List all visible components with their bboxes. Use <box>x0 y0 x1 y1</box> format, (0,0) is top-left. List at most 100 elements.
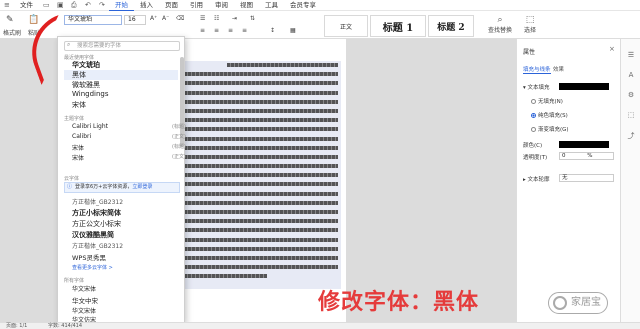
text-fill-label: 文本填充 <box>527 85 550 91</box>
font-item[interactable]: Calibri Light (标题) <box>72 123 186 130</box>
theme-fonts-label: 主题字体 <box>64 116 85 122</box>
properties-icon[interactable]: ☰ <box>626 51 636 61</box>
text-line <box>180 90 338 95</box>
font-size-input[interactable]: 16 <box>124 15 146 25</box>
tab-view[interactable]: 视图 <box>234 0 259 11</box>
bullets-icon[interactable]: ☰ <box>200 15 205 22</box>
align-center-icon[interactable]: ≡ <box>214 27 219 34</box>
text-line <box>180 118 338 123</box>
properties-panel: 属性 × 填充与线条 效果 ▾ 文本填充 无填充(N) 纯色填充(S) 渐变填充… <box>516 39 620 322</box>
text-fill-color-swatch[interactable] <box>559 83 609 90</box>
font-item[interactable]: 方正楷体_GB2312 <box>72 197 123 206</box>
font-item-selected[interactable]: 黑体 <box>64 70 178 80</box>
font-item[interactable]: 方正公文小标宋 <box>72 219 121 229</box>
font-item[interactable]: 华文宋体 <box>72 306 96 315</box>
paste-icon[interactable]: 📋 <box>28 15 39 25</box>
shrink-font-icon[interactable]: A⁻ <box>162 15 169 22</box>
font-item[interactable]: 宋体 <box>72 100 86 110</box>
font-item-tag: (标题) <box>172 144 186 150</box>
outline-value: 无 <box>562 175 568 181</box>
more-cloud-fonts-link[interactable]: 查看更多云字体 > <box>72 264 113 271</box>
radio-dot <box>531 99 536 104</box>
align-right-icon[interactable]: ≡ <box>228 27 233 34</box>
font-name-input[interactable]: 华文琥珀 <box>64 15 122 25</box>
folder-icon[interactable]: ▭ <box>43 1 53 9</box>
document-page[interactable] <box>168 39 346 322</box>
tab-insert[interactable]: 插入 <box>134 0 159 11</box>
outline-select[interactable]: 无 <box>559 174 614 182</box>
font-item[interactable]: 微软雅黑 <box>72 80 100 90</box>
indent-icon[interactable]: ⇥ <box>232 15 237 22</box>
select-icon[interactable]: ⬚ <box>626 111 636 121</box>
font-item[interactable]: Calibri (正文) <box>72 133 186 140</box>
grow-font-icon[interactable]: A⁺ <box>150 15 157 22</box>
text-line <box>180 246 338 251</box>
radio-gradient-fill[interactable]: 渐变填充(G) <box>531 125 569 133</box>
radio-label: 渐变填充(G) <box>538 127 569 133</box>
shading-icon[interactable]: ▦ <box>290 27 296 34</box>
tab-references[interactable]: 引用 <box>184 0 209 11</box>
word-count[interactable]: 字数: 414/414 <box>48 323 82 329</box>
font-search-input[interactable]: 搜索您需要的字体 <box>64 41 180 51</box>
line-spacing-icon[interactable]: ↕ <box>270 27 275 34</box>
text-outline-section[interactable]: ▸ 文本轮廓 <box>523 175 550 183</box>
text-line <box>180 219 338 224</box>
transparency-input[interactable]: 0 % <box>559 152 614 160</box>
font-item[interactable]: 华文宋体 <box>72 284 96 293</box>
font-item[interactable]: 方正楷体_GB2312 <box>72 241 123 250</box>
style-heading1[interactable]: 标题 1 <box>370 15 426 37</box>
select-button[interactable]: ⬚ 选择 <box>524 15 536 34</box>
align-left-icon[interactable]: ≡ <box>200 27 205 34</box>
tab-tools[interactable]: 工具 <box>259 0 284 11</box>
transparency-value: 0 <box>562 153 566 159</box>
radio-no-fill[interactable]: 无填充(N) <box>531 97 563 105</box>
sort-icon[interactable]: ⇅ <box>250 15 255 22</box>
style-heading2[interactable]: 标题 2 <box>428 15 474 37</box>
text-line <box>180 237 338 242</box>
font-item[interactable]: 方正小标宋简体 <box>72 208 121 218</box>
font-item[interactable]: 宋体 (标题) <box>72 143 186 152</box>
transparency-unit: % <box>587 153 593 159</box>
style-icon[interactable]: A <box>626 71 636 81</box>
font-item-tag: (正文) <box>172 154 186 160</box>
print-icon[interactable]: ⎙ <box>71 1 81 9</box>
numbering-icon[interactable]: ☷ <box>214 15 219 22</box>
font-item[interactable]: 宋体 (正文) <box>72 153 186 162</box>
undo-icon[interactable]: ↶ <box>85 1 95 9</box>
style-normal[interactable]: 正文 <box>324 15 368 37</box>
tab-review[interactable]: 审阅 <box>209 0 234 11</box>
radio-solid-fill[interactable]: 纯色填充(S) <box>531 111 568 119</box>
tab-effect[interactable]: 效果 <box>553 65 564 73</box>
redo-icon[interactable]: ↷ <box>99 1 109 9</box>
menu-file[interactable]: 文件 <box>14 0 39 11</box>
login-link[interactable]: 立即登录 <box>132 184 152 190</box>
format-painter-label[interactable]: 格式刷 <box>3 28 21 37</box>
text-line <box>180 255 338 260</box>
format-painter-icon[interactable]: ✎ <box>6 15 14 25</box>
font-item[interactable]: Wingdings <box>72 90 109 98</box>
tab-home[interactable]: 开始 <box>109 0 134 11</box>
justify-icon[interactable]: ≡ <box>242 27 247 34</box>
font-item[interactable]: WPS灵秀黑 <box>72 252 106 262</box>
font-item-tag: (标题) <box>172 124 186 130</box>
caption-overlay: 修改字体：黑体 <box>318 290 480 315</box>
cloud-login-notice: ⓘ 登录享6万+云字体资源，立即登录 <box>64 182 180 193</box>
menu-icon[interactable]: ≡ <box>4 1 14 9</box>
tab-fill-line[interactable]: 填充与线条 <box>523 65 551 74</box>
clear-format-icon[interactable]: ⌫ <box>176 15 184 22</box>
format-icon[interactable]: ⚙ <box>626 91 636 101</box>
tab-page[interactable]: 页面 <box>159 0 184 11</box>
tab-member[interactable]: 会员专享 <box>284 0 322 11</box>
watermark-logo: 家居宝 <box>548 292 608 314</box>
save-icon[interactable]: ▣ <box>57 1 67 9</box>
font-item[interactable]: 汉仪雅酷黑简 <box>72 230 114 240</box>
font-item[interactable]: 华文中宋 <box>72 295 98 305</box>
document-text[interactable] <box>178 61 341 289</box>
text-fill-section[interactable]: ▾ 文本填充 <box>523 83 550 91</box>
find-replace-button[interactable]: ⌕ 查找替换 <box>488 15 512 34</box>
share-icon[interactable]: ⤴ <box>626 131 636 141</box>
color-swatch[interactable] <box>559 141 609 148</box>
text-line <box>180 154 338 159</box>
color-label: 颜色(C) <box>523 143 543 149</box>
close-icon[interactable]: × <box>609 45 615 53</box>
